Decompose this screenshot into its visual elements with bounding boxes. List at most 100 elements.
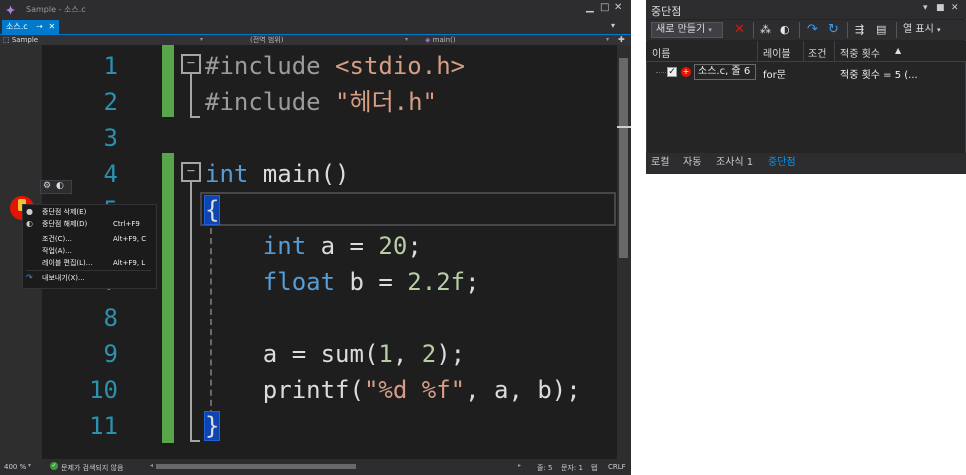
code-line-7[interactable]: float b = 2.2f; xyxy=(205,264,480,300)
column-header-name[interactable]: 이름 xyxy=(652,45,670,60)
close-icon[interactable]: ✕ xyxy=(951,3,959,13)
code-text: a = sum( xyxy=(262,340,379,368)
columns-dropdown[interactable]: 열 표시 ▾ xyxy=(903,23,940,37)
chevron-down-icon[interactable]: ▾ xyxy=(200,35,203,45)
project-dropdown[interactable]: ⬚ Sample xyxy=(3,35,38,45)
delete-all-breakpoints-icon[interactable]: ⁂ xyxy=(760,21,771,39)
scroll-left-icon[interactable]: ◂ xyxy=(150,462,153,469)
zoom-level[interactable]: 400 % xyxy=(4,463,26,471)
title-bar xyxy=(0,0,631,20)
maximize-icon[interactable]: □ xyxy=(600,2,609,13)
go-to-disassembly-icon[interactable]: ↻ xyxy=(828,21,839,39)
tab-watch-1[interactable]: 조사식 1 xyxy=(716,156,753,170)
delete-breakpoint-icon: ● xyxy=(26,207,33,216)
menu-item-conditions[interactable]: 조건(C)... xyxy=(42,233,72,245)
maximize-icon[interactable]: ■ xyxy=(936,3,945,13)
matched-brace: } xyxy=(203,411,221,441)
go-to-source-icon[interactable]: ↷ xyxy=(807,21,818,39)
pin-icon[interactable]: ⇢ xyxy=(36,22,43,31)
status-line-ending[interactable]: CRLF xyxy=(608,463,626,471)
horizontal-scrollbar-thumb[interactable] xyxy=(156,464,356,469)
close-icon[interactable]: ✕ xyxy=(48,22,55,31)
scrollbar-thumb[interactable] xyxy=(619,58,628,258)
code-line-9[interactable]: a = sum(1, 2); xyxy=(205,336,465,372)
code-text: printf( xyxy=(262,376,364,404)
menu-separator xyxy=(26,270,151,271)
chevron-down-icon: ▾ xyxy=(936,26,941,34)
tab-source-c[interactable]: 소스.c ⇢ ✕ xyxy=(2,20,60,34)
delete-icon[interactable]: ✕ xyxy=(734,21,745,39)
include-target: <stdio.h> xyxy=(320,52,466,80)
code-text: ; xyxy=(407,232,422,260)
toolbar-divider xyxy=(753,22,754,38)
code-line-11[interactable]: } xyxy=(203,408,221,444)
close-window-icon[interactable]: ✕ xyxy=(614,2,622,13)
import-icon[interactable]: ⇶ xyxy=(855,21,864,39)
columns-label: 열 표시 xyxy=(903,24,934,35)
disable-all-breakpoints-icon[interactable]: ◐ xyxy=(780,21,790,39)
tab-breakpoints[interactable]: 중단점 xyxy=(768,156,796,170)
split-editor-icon[interactable]: ✚ xyxy=(618,35,625,45)
number-literal: 20 xyxy=(378,232,408,260)
column-header-condition[interactable]: 조건 xyxy=(808,45,826,60)
chevron-down-icon[interactable]: ▾ xyxy=(606,35,609,45)
function-label: main() xyxy=(432,36,456,44)
change-tracking-bar xyxy=(162,153,174,443)
function-dropdown[interactable]: ◈ main() xyxy=(425,35,456,45)
menu-item-disable-breakpoint[interactable]: 중단점 해제(D) xyxy=(42,218,87,230)
tab-autos[interactable]: 자동 xyxy=(683,156,701,170)
chevron-down-icon[interactable]: ▾ xyxy=(28,462,31,469)
code-line-1[interactable]: #include <stdio.h> xyxy=(205,48,465,84)
status-tab-mode: 탭 xyxy=(591,464,598,472)
column-divider[interactable] xyxy=(834,41,835,61)
issues-status[interactable]: 문제가 검색되지 않음 xyxy=(61,463,123,473)
keyword: int xyxy=(262,232,307,260)
window-title: Sample - 소스.c xyxy=(26,5,86,14)
column-divider[interactable] xyxy=(757,41,758,61)
code-text: a = xyxy=(306,232,379,260)
code-line-5[interactable]: { xyxy=(203,192,221,228)
function-icon: ◈ xyxy=(425,36,431,44)
code-line-4[interactable]: int main() xyxy=(205,156,350,192)
keyword: float xyxy=(262,268,336,296)
scope-dropdown[interactable]: (전역 범위) xyxy=(250,35,283,45)
breakpoint-enabled-checkbox[interactable]: ✓ xyxy=(667,67,677,77)
preprocessor-directive: #include xyxy=(205,52,321,80)
sort-ascending-icon: ▲ xyxy=(895,46,902,55)
disable-breakpoint-icon: ◐ xyxy=(26,219,33,228)
code-line-6[interactable]: int a = 20; xyxy=(205,228,422,264)
collapse-icon[interactable]: − xyxy=(181,54,201,74)
export-icon: ↷ xyxy=(26,273,33,282)
column-divider[interactable] xyxy=(803,41,804,61)
gear-icon[interactable]: ⚙ xyxy=(43,180,51,192)
menu-shortcut: Alt+F9, L xyxy=(113,259,146,267)
code-text: ; xyxy=(465,268,480,296)
column-header-label[interactable]: 레이블 xyxy=(763,45,791,60)
toolbar-divider xyxy=(896,22,897,38)
collapse-icon[interactable]: − xyxy=(181,162,201,182)
code-line-2[interactable]: #include "헤더.h" xyxy=(205,84,437,120)
keyword: int xyxy=(205,160,249,188)
change-tracking-bar xyxy=(162,45,174,117)
menu-item-export[interactable]: 내보내기(X)... xyxy=(42,272,85,284)
minimize-icon[interactable]: ▁ xyxy=(586,2,594,13)
scroll-right-icon[interactable]: ▸ xyxy=(518,462,521,469)
export-icon[interactable]: ▤ xyxy=(876,21,886,39)
tab-locals[interactable]: 로컬 xyxy=(651,156,669,170)
outline-line xyxy=(190,180,192,442)
scope-label: (전역 범위) xyxy=(250,36,284,44)
current-line-highlight xyxy=(200,192,616,226)
new-breakpoint-dropdown[interactable]: 새로 만들기 ▾ xyxy=(651,22,723,38)
column-header-hit-count[interactable]: 적중 횟수 xyxy=(840,45,880,60)
tab-list-dropdown-icon[interactable]: ▾ xyxy=(611,21,615,30)
disable-breakpoint-icon[interactable]: ◐ xyxy=(56,180,64,192)
chevron-down-icon[interactable]: ▾ xyxy=(923,3,928,13)
chevron-down-icon[interactable]: ▾ xyxy=(405,35,408,45)
menu-item-delete-breakpoint[interactable]: 중단점 삭제(E) xyxy=(42,206,86,218)
breakpoints-title-bar xyxy=(646,0,966,19)
menu-item-edit-labels[interactable]: 레이블 편집(L)... xyxy=(42,257,92,269)
code-line-10[interactable]: printf("%d %f", a, b); xyxy=(205,372,581,408)
breakpoint-row-name[interactable]: 소스.c, 줄 6 xyxy=(694,64,756,80)
line-number: 10 xyxy=(89,376,118,404)
menu-item-actions[interactable]: 작업(A)... xyxy=(42,245,72,257)
